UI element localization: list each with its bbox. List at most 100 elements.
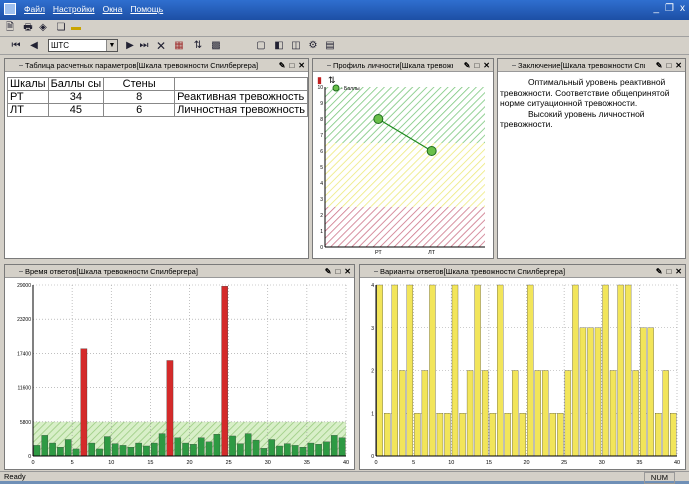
restore-button[interactable]: ❐ [665,3,674,14]
maximize-icon[interactable]: □ [335,265,340,278]
parameters-table-panel: Таблица расчетных параметров[Шкала трево… [4,58,309,259]
tile-windows-icon[interactable]: ◧ [273,40,285,52]
previous-record-icon[interactable]: ◀ [28,40,40,52]
bar [57,447,64,457]
pin-icon[interactable]: ✎ [279,59,286,72]
first-record-icon[interactable]: ⏮ [10,40,22,52]
bar [244,433,252,457]
close-icon[interactable]: ✕ [344,265,351,278]
bar [104,436,111,457]
maximize-icon[interactable]: □ [666,59,671,72]
sort-icon[interactable]: ⇅ [192,40,204,52]
x-tick-label: 10 [108,460,114,466]
conclusion-text: Оптимальный уровень реактивной тревожнос… [500,77,683,130]
navigation-toolbar: ⏮ ◀ ШТС ▼ ▶ ⏭ ✕ ▦ ⇅ ▩ ▢ ◧ ◫ ⚙ ▤ [0,37,689,55]
pin-icon[interactable]: ✎ [656,59,663,72]
bar [80,348,88,457]
cell-sten: 8 [103,90,176,104]
pin-icon[interactable]: ✎ [656,265,663,278]
window-icon[interactable]: ▢ [255,40,267,52]
close-icon[interactable]: ✕ [483,59,490,72]
bar [197,437,205,457]
pin-icon[interactable]: ✎ [325,265,332,278]
bar [174,437,182,457]
table-view-icon[interactable]: ▦ [173,40,185,52]
test-selector[interactable]: ШТС ▼ [48,39,118,52]
title-bar: Файл Настройки Окна Помощь _ ❐ x [0,0,689,20]
num-lock-indicator: NUM [643,472,675,484]
x-tick-label: 35 [304,460,310,466]
bar [572,284,579,457]
copy-icon[interactable]: ❏ [55,22,67,34]
column-header-score[interactable]: Баллы сы [47,77,105,91]
y-tick-label: 0 [320,245,323,251]
cascade-windows-icon[interactable]: ◫ [290,40,302,52]
y-tick-label: 4 [371,283,374,289]
column-header-scale[interactable]: Шкалы [7,77,49,91]
main-toolbar: 🗎 🖶 ◈ ❏ ▬ [0,20,689,37]
menu-settings[interactable]: Настройки [53,4,95,14]
bar [587,327,594,457]
bar [655,413,662,457]
bar [399,370,406,457]
cell-scale: РТ [7,90,49,104]
y-tick-label: 23200 [17,317,31,323]
column-header-sten[interactable]: Стены [103,77,176,91]
y-tick-label: 6 [320,149,323,155]
panel-buttons: ✎ □ ✕ [656,59,682,72]
bar [579,327,587,457]
bar [632,370,639,457]
close-icon[interactable]: ✕ [675,265,682,278]
maximize-icon[interactable]: □ [289,59,294,72]
profile-zone [325,143,485,207]
delete-icon[interactable]: ✕ [155,40,167,52]
x-tick-label: РТ [375,250,382,256]
menu-file[interactable]: Файл [24,4,45,14]
bar [474,284,481,457]
preview-icon[interactable]: ◈ [37,22,49,34]
next-record-icon[interactable]: ▶ [124,40,136,52]
chart-icon[interactable]: ▩ [210,40,222,52]
bar [527,284,534,457]
print-icon[interactable]: 🖶 [22,22,34,34]
bar [151,442,158,457]
close-button[interactable]: x [680,3,685,14]
table-row[interactable]: ЛТ 45 6 Личностная тревожность [7,103,308,117]
report-icon[interactable]: ▤ [324,40,336,52]
x-tick-label: 30 [599,460,605,466]
status-bar: Ready NUM [0,471,689,484]
last-record-icon[interactable]: ⏭ [138,40,150,52]
close-icon[interactable]: ✕ [298,59,305,72]
bar [268,439,275,457]
x-tick-label: ЛТ [428,250,436,256]
bar [252,439,260,457]
maximize-icon[interactable]: □ [666,265,671,278]
settings-icon[interactable]: ⚙ [307,40,319,52]
main-menu: Файл Настройки Окна Помощь [4,3,163,15]
response-time-chart: 05800116001740023200290000 5 10 15 20 25 30 35 4… [17,283,349,466]
panel-buttons: ✎ □ ✕ [325,265,351,278]
column-header-name[interactable] [174,77,308,91]
close-icon[interactable]: ✕ [675,59,682,72]
bar [229,435,236,457]
table-row[interactable]: РТ 34 8 Реактивная тревожность [7,90,308,104]
maximize-icon[interactable]: □ [474,59,479,72]
bar [127,447,135,457]
minimize-button[interactable]: _ [653,3,659,14]
panel-title: Варианты ответов[Шкала тревожности Спилб… [374,265,645,278]
bar [49,442,56,457]
bar [624,284,632,457]
bar [41,435,49,457]
menu-windows[interactable]: Окна [103,4,123,14]
new-document-icon[interactable]: 🗎 [4,22,16,34]
bar [376,284,383,457]
pin-icon[interactable]: ✎ [464,59,471,72]
bar [96,448,103,457]
bar [166,360,174,457]
y-tick-label: 4 [320,181,323,187]
profile-zone [325,207,485,247]
folder-icon[interactable]: ▬ [70,22,82,34]
y-tick-label: 5800 [20,420,31,426]
panel-body: 0 1 2 3 4 0 5 10 15 20 25 30 35 40 [360,279,685,469]
menu-help[interactable]: Помощь [130,4,163,14]
